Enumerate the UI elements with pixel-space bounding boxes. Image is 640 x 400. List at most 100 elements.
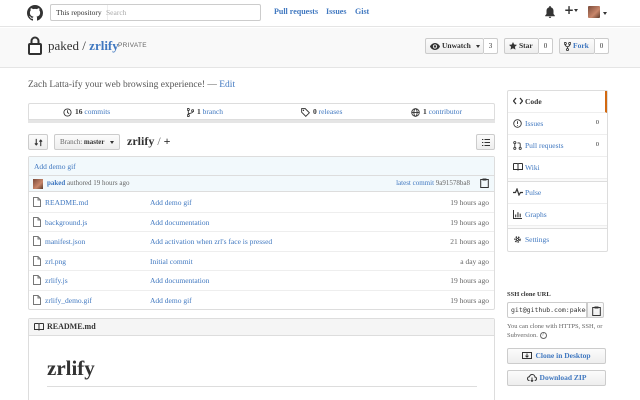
- fork-icon: [564, 41, 571, 51]
- clone-desktop-label: Clone in Desktop: [535, 351, 591, 360]
- star-icon: [509, 42, 517, 50]
- watch-count[interactable]: 3: [484, 38, 498, 54]
- file-commit-message-link[interactable]: Add demo gif: [150, 296, 192, 305]
- breadcrumb-repo[interactable]: zrlify: [127, 134, 154, 148]
- commit-author-link[interactable]: paked: [47, 179, 65, 187]
- repo-title-separator: /: [82, 38, 86, 53]
- clone-help-label: You can clone with HTTPS, SSH, or Subver…: [507, 323, 603, 339]
- copy-ssh-url-button[interactable]: [587, 302, 604, 318]
- table-row: manifest.json Add activation when zrl's f…: [29, 232, 494, 252]
- sidebar-item-count: 0: [595, 119, 599, 126]
- sidebar-item-code[interactable]: Code: [508, 91, 607, 113]
- file-age: 19 hours ago: [450, 198, 489, 207]
- sidebar-item-graphs[interactable]: Graphs: [508, 204, 607, 226]
- commits-link[interactable]: 16 commits: [63, 107, 110, 117]
- file-commit-message-link[interactable]: Add documentation: [150, 276, 209, 285]
- table-row: zrlify.js Add documentation 19 hours ago: [29, 271, 494, 291]
- file-name-link[interactable]: background.js: [45, 218, 87, 227]
- clone-in-desktop-button[interactable]: Clone in Desktop: [507, 348, 606, 364]
- list-icon: [482, 139, 490, 146]
- sidebar-item-wiki[interactable]: Wiki: [508, 157, 607, 179]
- repo-summary: 16 commits 1 branch 0 releases 1 contrib…: [28, 103, 495, 120]
- sidebar-item-label: Pull requests: [525, 141, 564, 150]
- commit-sha[interactable]: 9a91578ba8: [436, 179, 470, 187]
- file-commit-message-link[interactable]: Add demo gif: [150, 198, 192, 207]
- commit-tease: Add demo gif: [29, 157, 494, 176]
- new-file-plus-icon[interactable]: +: [164, 134, 171, 148]
- branch-select[interactable]: Branch: master: [54, 134, 120, 150]
- file-icon: [33, 275, 41, 285]
- repo-header: paked / zrlify PRIVATE Unwatch 3 Star 0 …: [0, 28, 640, 68]
- nav-pull-requests[interactable]: Pull requests: [274, 7, 318, 16]
- file-list-toggle-button[interactable]: [476, 134, 495, 150]
- nav-issues[interactable]: Issues: [326, 7, 346, 16]
- file-icon: [33, 236, 41, 246]
- sidebar-item-label: Pulse: [525, 188, 542, 197]
- file-commit-message-link[interactable]: Initial commit: [150, 257, 193, 266]
- breadcrumb: zrlify / +: [127, 134, 171, 149]
- author-avatar[interactable]: [33, 179, 43, 189]
- repo-title: paked / zrlify: [48, 38, 119, 54]
- contributors-link[interactable]: 1 contributor: [411, 107, 462, 117]
- bell-icon[interactable]: [545, 6, 555, 18]
- pull-request-icon: [513, 141, 522, 150]
- eye-icon: [430, 42, 440, 50]
- create-new-plus-icon[interactable]: +: [564, 3, 574, 17]
- table-row: background.js Add documentation 19 hours a…: [29, 213, 494, 232]
- branches-link[interactable]: 1 branch: [187, 107, 223, 117]
- help-icon[interactable]: ?: [539, 332, 547, 340]
- ssh-clone-url-input[interactable]: [507, 302, 587, 318]
- file-name-link[interactable]: zrl.png: [45, 257, 66, 266]
- download-zip-button[interactable]: Download ZIP: [507, 370, 606, 386]
- file-name-link[interactable]: manifest.json: [45, 237, 85, 246]
- latest-commit-label[interactable]: latest commit: [396, 179, 434, 187]
- file-icon: [33, 197, 41, 207]
- star-button[interactable]: Star: [504, 38, 539, 54]
- branch-prefix: Branch:: [60, 138, 83, 146]
- unwatch-label: Unwatch: [442, 41, 471, 50]
- commits-label: commits: [84, 107, 111, 116]
- description-text: Zach Latta-ify your web browsing experie…: [28, 80, 205, 90]
- search-input[interactable]: This repository Search: [50, 4, 261, 21]
- fork-button[interactable]: Fork: [559, 38, 595, 54]
- repo-name-link[interactable]: zrlify: [89, 38, 119, 53]
- file-name-link[interactable]: zrlify.js: [45, 276, 68, 285]
- sidebar-item-label: Issues: [525, 119, 544, 128]
- commit-meta: paked authored 19 hours ago latest commi…: [29, 176, 494, 192]
- file-icon: [33, 255, 41, 266]
- clipboard-icon: [592, 306, 601, 316]
- branches-label: branch: [202, 107, 224, 116]
- repo-owner-link[interactable]: paked: [48, 38, 79, 53]
- edit-description-link[interactable]: Edit: [219, 80, 235, 90]
- compare-button[interactable]: [28, 134, 48, 150]
- fork-label: Fork: [573, 41, 589, 50]
- nav-gist[interactable]: Gist: [355, 7, 369, 16]
- latest-commit: latest commit 9a91578ba8: [396, 179, 470, 187]
- clipboard-icon[interactable]: [480, 178, 489, 188]
- file-name-link[interactable]: zrlify_demo.gif: [45, 296, 92, 305]
- releases-count: 0: [313, 107, 317, 116]
- language-bar: [28, 120, 495, 123]
- fork-count[interactable]: 0: [595, 38, 609, 54]
- sidebar-item-label: Graphs: [525, 210, 547, 219]
- sidebar-item-settings[interactable]: Settings: [508, 229, 607, 251]
- ssh-clone-label: SSH clone URL: [507, 291, 551, 298]
- file-name-link[interactable]: README.md: [45, 198, 88, 207]
- compare-icon: [34, 138, 43, 147]
- unwatch-button[interactable]: Unwatch: [425, 38, 484, 54]
- book-icon: [513, 163, 523, 171]
- file-commit-message-link[interactable]: Add activation when zrl's face is presse…: [150, 237, 272, 246]
- github-logo-icon[interactable]: [27, 5, 43, 21]
- sidebar-item-pull-requests[interactable]: Pull requests 0: [508, 135, 607, 157]
- contributors-count: 1: [423, 107, 427, 116]
- commit-message-link[interactable]: Add demo gif: [34, 162, 76, 171]
- releases-link[interactable]: 0 releases: [301, 107, 342, 117]
- file-icon: [33, 294, 41, 305]
- user-avatar[interactable]: [588, 6, 600, 18]
- star-count[interactable]: 0: [539, 38, 553, 54]
- sidebar-item-issues[interactable]: Issues 0: [508, 113, 607, 135]
- pulse-icon: [513, 188, 523, 196]
- sidebar-item-pulse[interactable]: Pulse: [508, 182, 607, 204]
- file-commit-message-link[interactable]: Add documentation: [150, 218, 209, 227]
- file-age: 21 hours ago: [450, 237, 489, 246]
